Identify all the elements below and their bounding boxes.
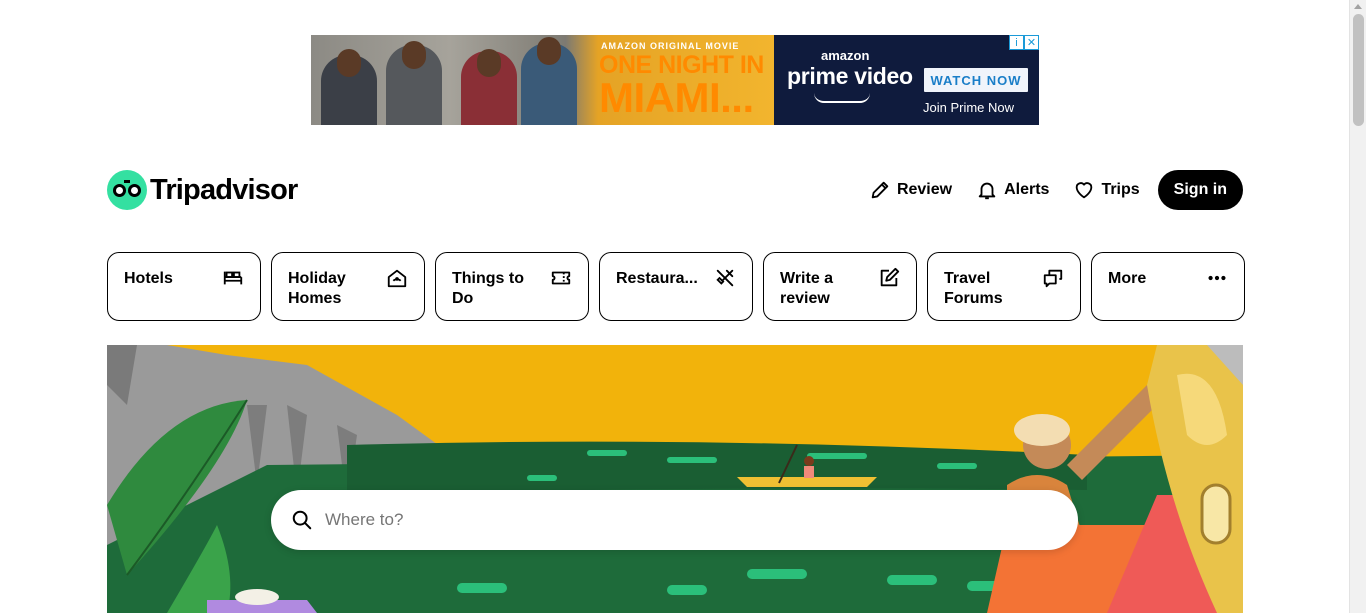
- category-tiles: Hotels Holiday Homes Things to Do Restau…: [107, 252, 1245, 321]
- ad-kicker-text: AMAZON ORIGINAL MOVIE: [601, 41, 740, 51]
- page-scrollbar[interactable]: [1349, 0, 1366, 613]
- ad-actor-figure: [386, 41, 442, 125]
- category-things-to-do[interactable]: Things to Do: [435, 252, 589, 321]
- category-write-review[interactable]: Write a review: [763, 252, 917, 321]
- pencil-icon: [871, 181, 889, 199]
- ad-banner[interactable]: AMAZON ORIGINAL MOVIE ONE NIGHT IN MIAMI…: [311, 35, 1039, 125]
- bell-icon: [978, 182, 996, 200]
- heart-icon: [1076, 182, 1093, 199]
- category-restaurants[interactable]: Restaura...: [599, 252, 753, 321]
- fork-knife-icon: [716, 269, 734, 287]
- category-label: Write a review: [780, 270, 834, 307]
- house-icon: [387, 269, 407, 288]
- ad-actor-figure: [521, 37, 577, 125]
- ad-actor-figure: [321, 49, 377, 125]
- ad-movie-title: ONE NIGHT IN MIAMI...: [599, 51, 764, 121]
- ticket-icon: [551, 271, 571, 285]
- search-input[interactable]: [325, 510, 1025, 530]
- category-label: Holiday Homes: [288, 270, 346, 307]
- category-travel-forums[interactable]: Travel Forums: [927, 252, 1081, 321]
- review-link[interactable]: Review: [869, 179, 952, 201]
- trips-link-label: Trips: [1101, 181, 1140, 198]
- edit-icon: [880, 267, 900, 287]
- hero-banner: [107, 345, 1243, 613]
- more-dots-icon: [1208, 275, 1226, 281]
- search-icon: [292, 510, 312, 530]
- ad-movie-image: AMAZON ORIGINAL MOVIE ONE NIGHT IN MIAMI…: [311, 35, 774, 125]
- ad-join-text: Join Prime Now: [923, 100, 1015, 115]
- ad-title-line2: MIAMI...: [599, 74, 754, 121]
- ad-actor-figure: [461, 49, 517, 125]
- alerts-link[interactable]: Alerts: [976, 179, 1049, 201]
- category-label: More: [1108, 270, 1147, 287]
- logo-text: Tripadvisor: [150, 173, 298, 206]
- scrollbar-thumb[interactable]: [1353, 14, 1364, 126]
- sign-in-button[interactable]: Sign in: [1157, 170, 1243, 210]
- category-more[interactable]: More: [1091, 252, 1245, 321]
- category-label: Restaura...: [616, 270, 698, 287]
- category-label: Things to Do: [452, 270, 524, 307]
- scroll-up-arrow-icon[interactable]: [1354, 4, 1362, 9]
- search-bar[interactable]: [271, 490, 1078, 550]
- amazon-smile-icon: [814, 93, 870, 103]
- hero-illustration: [107, 345, 1243, 613]
- tripadvisor-logo[interactable]: Tripadvisor: [107, 170, 298, 210]
- category-label: Travel Forums: [944, 270, 1003, 307]
- info-icon[interactable]: i: [1009, 35, 1024, 50]
- category-hotels[interactable]: Hotels: [107, 252, 261, 321]
- ad-watch-now-button[interactable]: WATCH NOW: [924, 68, 1028, 92]
- review-link-label: Review: [896, 181, 953, 198]
- owl-logo-icon: [107, 170, 147, 210]
- top-navigation: Review Alerts Trips Sign in: [869, 170, 1243, 210]
- ad-prime-panel: amazon prime video WATCH NOW Join Prime …: [774, 35, 1039, 125]
- alerts-link-label: Alerts: [1004, 181, 1050, 198]
- ad-brand-text: amazon: [821, 48, 870, 63]
- bed-icon: [223, 271, 243, 285]
- trips-link[interactable]: Trips: [1073, 179, 1140, 201]
- ad-controls: i ✕: [1009, 35, 1039, 50]
- chat-icon: [1043, 269, 1063, 288]
- close-icon[interactable]: ✕: [1024, 35, 1039, 50]
- ad-product-text: prime video: [787, 63, 913, 89]
- category-holiday-homes[interactable]: Holiday Homes: [271, 252, 425, 321]
- category-label: Hotels: [124, 270, 173, 287]
